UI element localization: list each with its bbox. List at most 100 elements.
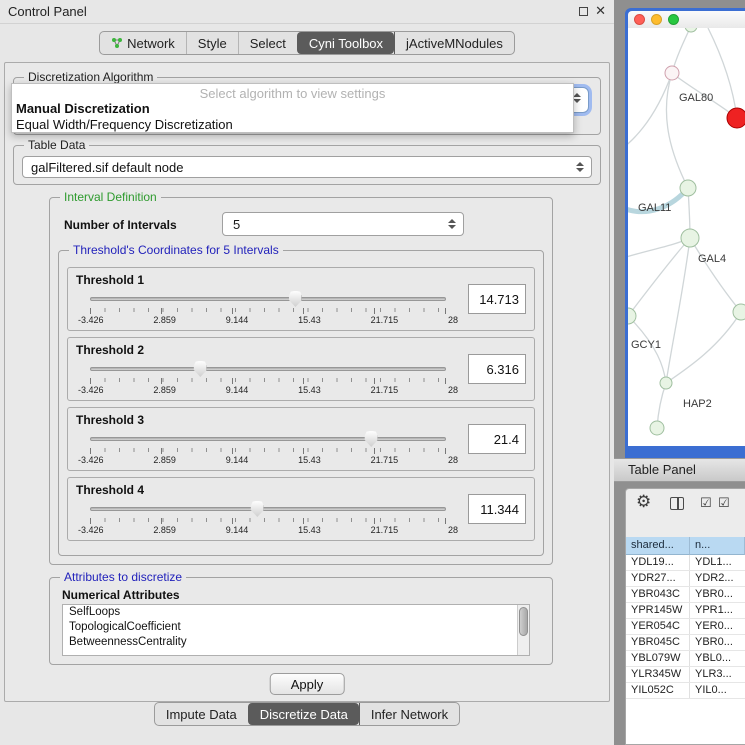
node-table: shared... n... YDL19...YDL1... YDR27...Y… <box>626 537 745 744</box>
threshold-2-slider[interactable] <box>90 360 446 377</box>
column-header[interactable]: n... <box>690 537 745 555</box>
network-icon <box>111 37 123 49</box>
network-node[interactable] <box>733 304 745 320</box>
tab-style[interactable]: Style <box>186 32 238 54</box>
table-header-row: shared... n... <box>626 537 745 555</box>
threshold-2-value-field[interactable] <box>468 354 526 384</box>
slider-thumb[interactable] <box>289 291 302 307</box>
slider-tick-labels: -3.4262.8599.14415.4321.71528 <box>78 385 458 395</box>
network-canvas[interactable]: GAL80 GAL11 GAL4 GCY1 HAP2 <box>628 28 745 446</box>
right-column: GAL80 GAL11 GAL4 GCY1 HAP2 Table Panel ⚙… <box>614 0 745 745</box>
tab-select[interactable]: Select <box>238 32 297 54</box>
column-header[interactable]: shared... <box>626 537 690 555</box>
slider-tick-labels: -3.4262.8599.14415.4321.71528 <box>78 315 458 325</box>
tab-cyni-toolbox[interactable]: Cyni Toolbox <box>297 32 394 54</box>
app-root: Control Panel ✕ Network Style <box>0 0 745 745</box>
network-node[interactable] <box>685 28 697 32</box>
chevron-up-down-icon <box>573 93 581 103</box>
mac-minimize-button[interactable] <box>651 14 662 25</box>
table-row[interactable]: YBL079WYBL0... <box>626 651 745 667</box>
network-node[interactable] <box>650 421 664 435</box>
table-row[interactable]: YBR045CYBR0... <box>626 635 745 651</box>
group-label: Interval Definition <box>60 190 161 204</box>
threshold-4-slider[interactable] <box>90 500 446 517</box>
threshold-1-slider[interactable] <box>90 290 446 307</box>
table-panel-window: ⚙ ☑ ☑ shared... n... YDL19...YDL1... YDR… <box>625 488 745 745</box>
scrollbar-thumb[interactable] <box>519 607 528 636</box>
list-item[interactable]: TopologicalCoefficient <box>63 620 529 635</box>
network-nodes <box>628 28 745 435</box>
table-row[interactable]: YBR043CYBR0... <box>626 587 745 603</box>
mac-zoom-button[interactable] <box>668 14 679 25</box>
slider-thumb[interactable] <box>251 501 264 517</box>
slider-thumb[interactable] <box>194 361 207 377</box>
table-data-combobox[interactable]: galFiltered.sif default node <box>22 156 592 178</box>
network-node[interactable] <box>680 180 696 196</box>
threshold-4-value-field[interactable] <box>468 494 526 524</box>
node-label: GAL4 <box>698 253 726 265</box>
network-node[interactable] <box>681 229 699 247</box>
control-panel: Control Panel ✕ Network Style <box>0 0 614 745</box>
scrollbar[interactable] <box>517 605 529 655</box>
network-node[interactable] <box>628 308 636 324</box>
close-icon[interactable]: ✕ <box>595 3 606 19</box>
numerical-attributes-label: Numerical Attributes <box>62 588 180 602</box>
network-node[interactable] <box>660 377 672 389</box>
table-row[interactable]: YDR27...YDR2... <box>626 571 745 587</box>
numerical-attributes-list: SelfLoops TopologicalCoefficient Between… <box>62 604 530 656</box>
mac-close-button[interactable] <box>634 14 645 25</box>
table-row[interactable]: YIL052CYIL0... <box>626 683 745 699</box>
network-window-titlebar <box>628 11 745 28</box>
checkbox-toolbar-icon[interactable]: ☑ <box>718 495 730 511</box>
node-label: GAL11 <box>638 202 671 214</box>
dropdown-option-manual[interactable]: Manual Discretization <box>12 101 573 117</box>
slider-major-ticks <box>90 308 446 314</box>
list-item[interactable]: SelfLoops <box>63 605 529 620</box>
number-of-intervals-label: Number of Intervals <box>64 218 177 232</box>
table-data-selected: galFiltered.sif default node <box>31 160 183 175</box>
slider-major-ticks <box>90 378 446 384</box>
threshold-1-block: Threshold 1 -3.4262.8599.14415.4321.7152… <box>67 267 535 331</box>
network-node[interactable] <box>665 66 679 80</box>
slider-tick-labels: -3.4262.8599.14415.4321.71528 <box>78 455 458 465</box>
slider-track[interactable] <box>90 437 446 441</box>
tab-discretize-data[interactable]: Discretize Data <box>248 703 359 725</box>
tab-jactivemnodules[interactable]: jActiveMNodules <box>394 32 514 54</box>
threshold-3-slider[interactable] <box>90 430 446 447</box>
tab-infer-network[interactable]: Infer Network <box>359 703 459 725</box>
threshold-3-value-field[interactable] <box>468 424 526 454</box>
columns-icon[interactable] <box>670 497 684 510</box>
tab-network[interactable]: Network <box>100 32 186 54</box>
table-row[interactable]: YLR345WYLR3... <box>626 667 745 683</box>
threshold-1-value-field[interactable] <box>468 284 526 314</box>
table-row[interactable]: YDL19...YDL1... <box>626 555 745 571</box>
float-window-icon[interactable] <box>579 7 588 16</box>
dropdown-option-equal-width[interactable]: Equal Width/Frequency Discretization <box>12 117 573 133</box>
group-label: Attributes to discretize <box>60 570 186 584</box>
threshold-label: Threshold 4 <box>76 483 144 497</box>
slider-track[interactable] <box>90 507 446 511</box>
apply-button[interactable]: Apply <box>270 673 345 695</box>
threshold-2-block: Threshold 2 -3.4262.8599.14415.4321.7152… <box>67 337 535 401</box>
threshold-label: Threshold 3 <box>76 413 144 427</box>
number-of-intervals-spinner[interactable]: 5 <box>222 212 464 236</box>
checkbox-toolbar-icon[interactable]: ☑ <box>700 495 712 511</box>
selected-node[interactable] <box>727 108 745 128</box>
chevron-up-down-icon <box>448 219 456 229</box>
slider-track[interactable] <box>90 297 446 301</box>
table-row[interactable]: YER054CYER0... <box>626 619 745 635</box>
top-tab-bar: Network Style Select Cyni Toolbox jActiv… <box>0 31 614 55</box>
table-row[interactable]: YPR145WYPR1... <box>626 603 745 619</box>
network-view-window: GAL80 GAL11 GAL4 GCY1 HAP2 <box>625 8 745 458</box>
interval-definition-group: Interval Definition Number of Intervals … <box>49 197 553 565</box>
slider-thumb[interactable] <box>365 431 378 447</box>
list-item[interactable]: BetweennessCentrality <box>63 635 529 650</box>
slider-track[interactable] <box>90 367 446 371</box>
gear-icon[interactable]: ⚙ <box>636 492 651 512</box>
tab-impute-data[interactable]: Impute Data <box>155 703 248 725</box>
control-panel-titlebar: Control Panel ✕ <box>0 0 614 24</box>
network-edges <box>628 28 741 428</box>
table-toolbar: ⚙ ☑ ☑ <box>626 489 745 519</box>
threshold-3-block: Threshold 3 -3.4262.8599.14415.4321.7152… <box>67 407 535 471</box>
thresholds-group: Threshold's Coordinates for 5 Intervals … <box>58 250 544 556</box>
